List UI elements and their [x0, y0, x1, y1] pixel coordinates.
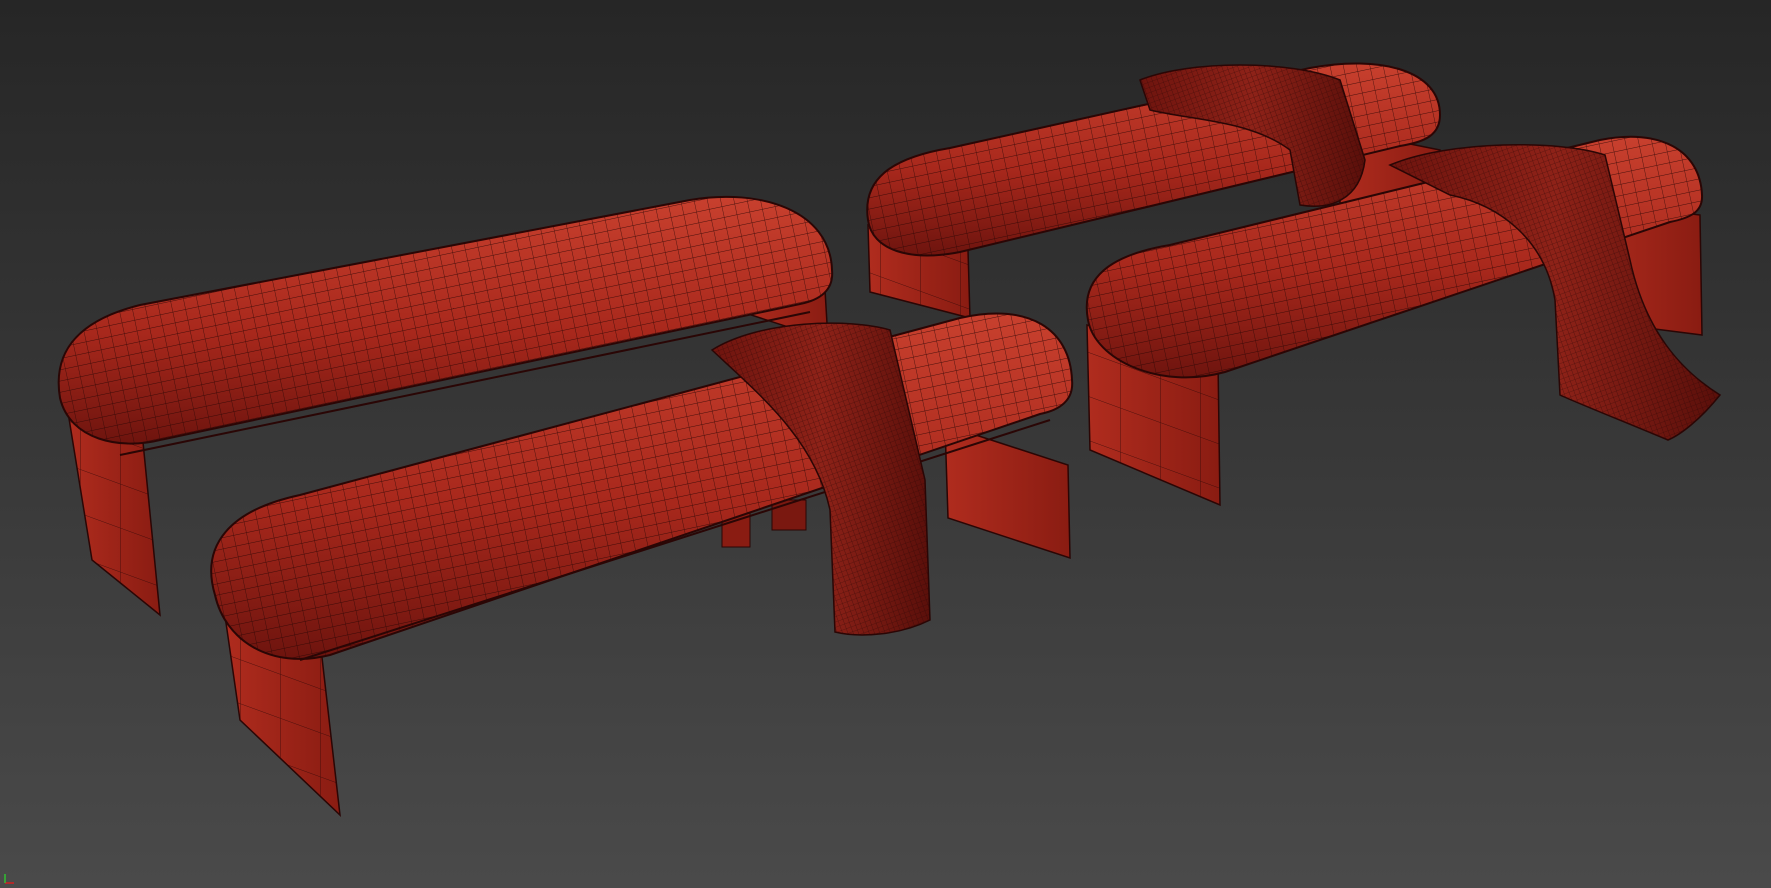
3d-viewport[interactable] [0, 0, 1771, 888]
scene-render [0, 0, 1771, 888]
axis-gizmo-icon[interactable] [2, 872, 16, 886]
